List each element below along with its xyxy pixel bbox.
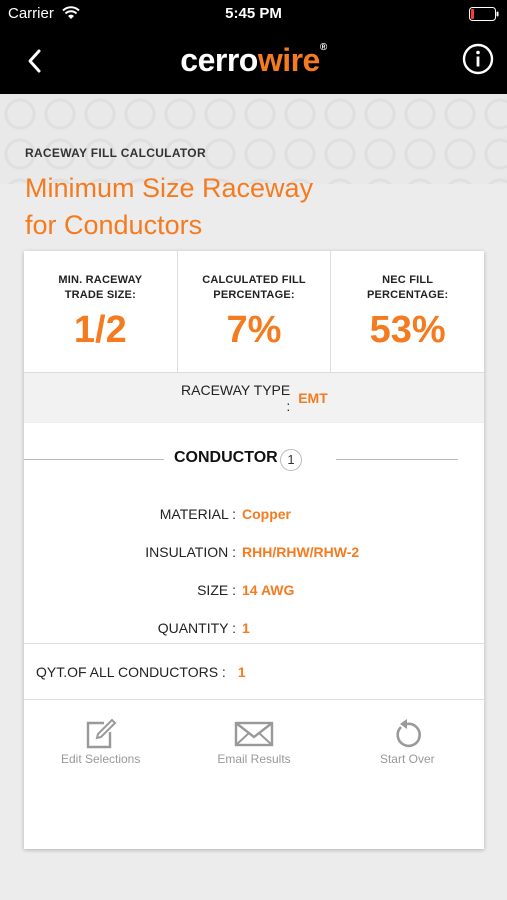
stat-label-line: CALCULATED FILL (202, 274, 306, 286)
stats-row: MIN. RACEWAY TRADE SIZE: 1/2 CALCULATED … (24, 251, 484, 373)
stat-label-line: MIN. RACEWAY (58, 274, 143, 286)
stat-label: MIN. RACEWAY TRADE SIZE: (24, 273, 177, 303)
total-conductors-value: 1 (237, 663, 246, 680)
property-value: 1 (242, 620, 250, 636)
clock: 5:45 PM (225, 5, 282, 22)
nav-bar: cerrowire® (0, 28, 507, 94)
property-label: QUANTITY : (157, 620, 236, 636)
action-label: Start Over (379, 752, 435, 766)
stat-label-line: TRADE SIZE: (64, 289, 136, 301)
page-title: Minimum Size Raceway for Conductors (25, 170, 313, 244)
title-line-2: for Conductors (25, 210, 203, 240)
property-insulation: INSULATION : RHH/RHW/RHW-2 (24, 533, 484, 571)
property-size: SIZE : 14 AWG (24, 571, 484, 609)
divider (24, 459, 164, 460)
battery-icon (469, 7, 499, 21)
property-material: MATERIAL : Copper (24, 495, 484, 533)
email-results-button[interactable]: Email Results (177, 700, 330, 780)
stat-label-line: PERCENTAGE: (213, 289, 295, 301)
logo-mark: ® (319, 42, 327, 53)
conductor-number-badge: 1 (280, 449, 302, 471)
stat-trade-size: MIN. RACEWAY TRADE SIZE: 1/2 (24, 251, 178, 372)
stat-value: 7% (226, 309, 282, 351)
stat-label: NEC FILL PERCENTAGE: (331, 273, 484, 303)
stat-value: 1/2 (73, 309, 127, 351)
page-header: RACEWAY FILL CALCULATOR Minimum Size Rac… (25, 146, 313, 244)
property-label: SIZE : (197, 582, 236, 598)
raceway-type-value: EMT (298, 389, 328, 406)
stat-nec-fill: NEC FILL PERCENTAGE: 53% (331, 251, 484, 372)
logo-prefix: cerro (180, 42, 258, 78)
edit-selections-button[interactable]: Edit Selections (24, 700, 177, 780)
info-icon[interactable] (461, 42, 495, 76)
page-kicker: RACEWAY FILL CALCULATOR (25, 146, 206, 160)
stat-value: 53% (369, 309, 446, 351)
total-conductors-row: QYT.OF ALL CONDUCTORS : 1 (24, 643, 484, 700)
cerrowire-logo: cerrowire® (0, 42, 507, 79)
action-label: Email Results (217, 752, 291, 766)
stat-calculated-fill: CALCULATED FILL PERCENTAGE: 7% (178, 251, 332, 372)
status-bar: Carrier 5:45 PM (0, 0, 507, 28)
title-line-1: Minimum Size Raceway (25, 173, 314, 203)
action-bar: Edit Selections Email Results Start Over (24, 700, 484, 780)
stat-label-line: PERCENTAGE: (366, 289, 449, 301)
restart-icon (396, 719, 422, 748)
total-conductors-label: QYT.OF ALL CONDUCTORS : (36, 663, 226, 680)
conductor-header: CONDUCTOR 1 (24, 423, 484, 495)
raceway-type-label: RACEWAY TYPE : (181, 381, 291, 414)
property-quantity: QUANTITY : 1 (24, 609, 484, 647)
logo-suffix: wire (257, 42, 321, 78)
property-label: MATERIAL : (159, 506, 236, 522)
action-label: Edit Selections (60, 752, 141, 766)
property-value: RHH/RHW/RHW-2 (242, 544, 360, 560)
stat-label: CALCULATED FILL PERCENTAGE: (178, 273, 331, 303)
raceway-type-row: RACEWAY TYPE : EMT (24, 373, 484, 423)
start-over-button[interactable]: Start Over (331, 700, 484, 780)
property-value: 14 AWG (242, 582, 295, 598)
envelope-icon (234, 721, 274, 747)
stat-label-line: NEC FILL (382, 274, 434, 286)
results-card: MIN. RACEWAY TRADE SIZE: 1/2 CALCULATED … (24, 251, 484, 849)
divider (336, 459, 458, 460)
conductor-title: CONDUCTOR (174, 449, 278, 466)
edit-icon (86, 718, 117, 749)
conductor-properties: MATERIAL : Copper INSULATION : RHH/RHW/R… (24, 495, 484, 643)
property-value: Copper (242, 506, 291, 522)
property-label: INSULATION : (145, 544, 236, 560)
